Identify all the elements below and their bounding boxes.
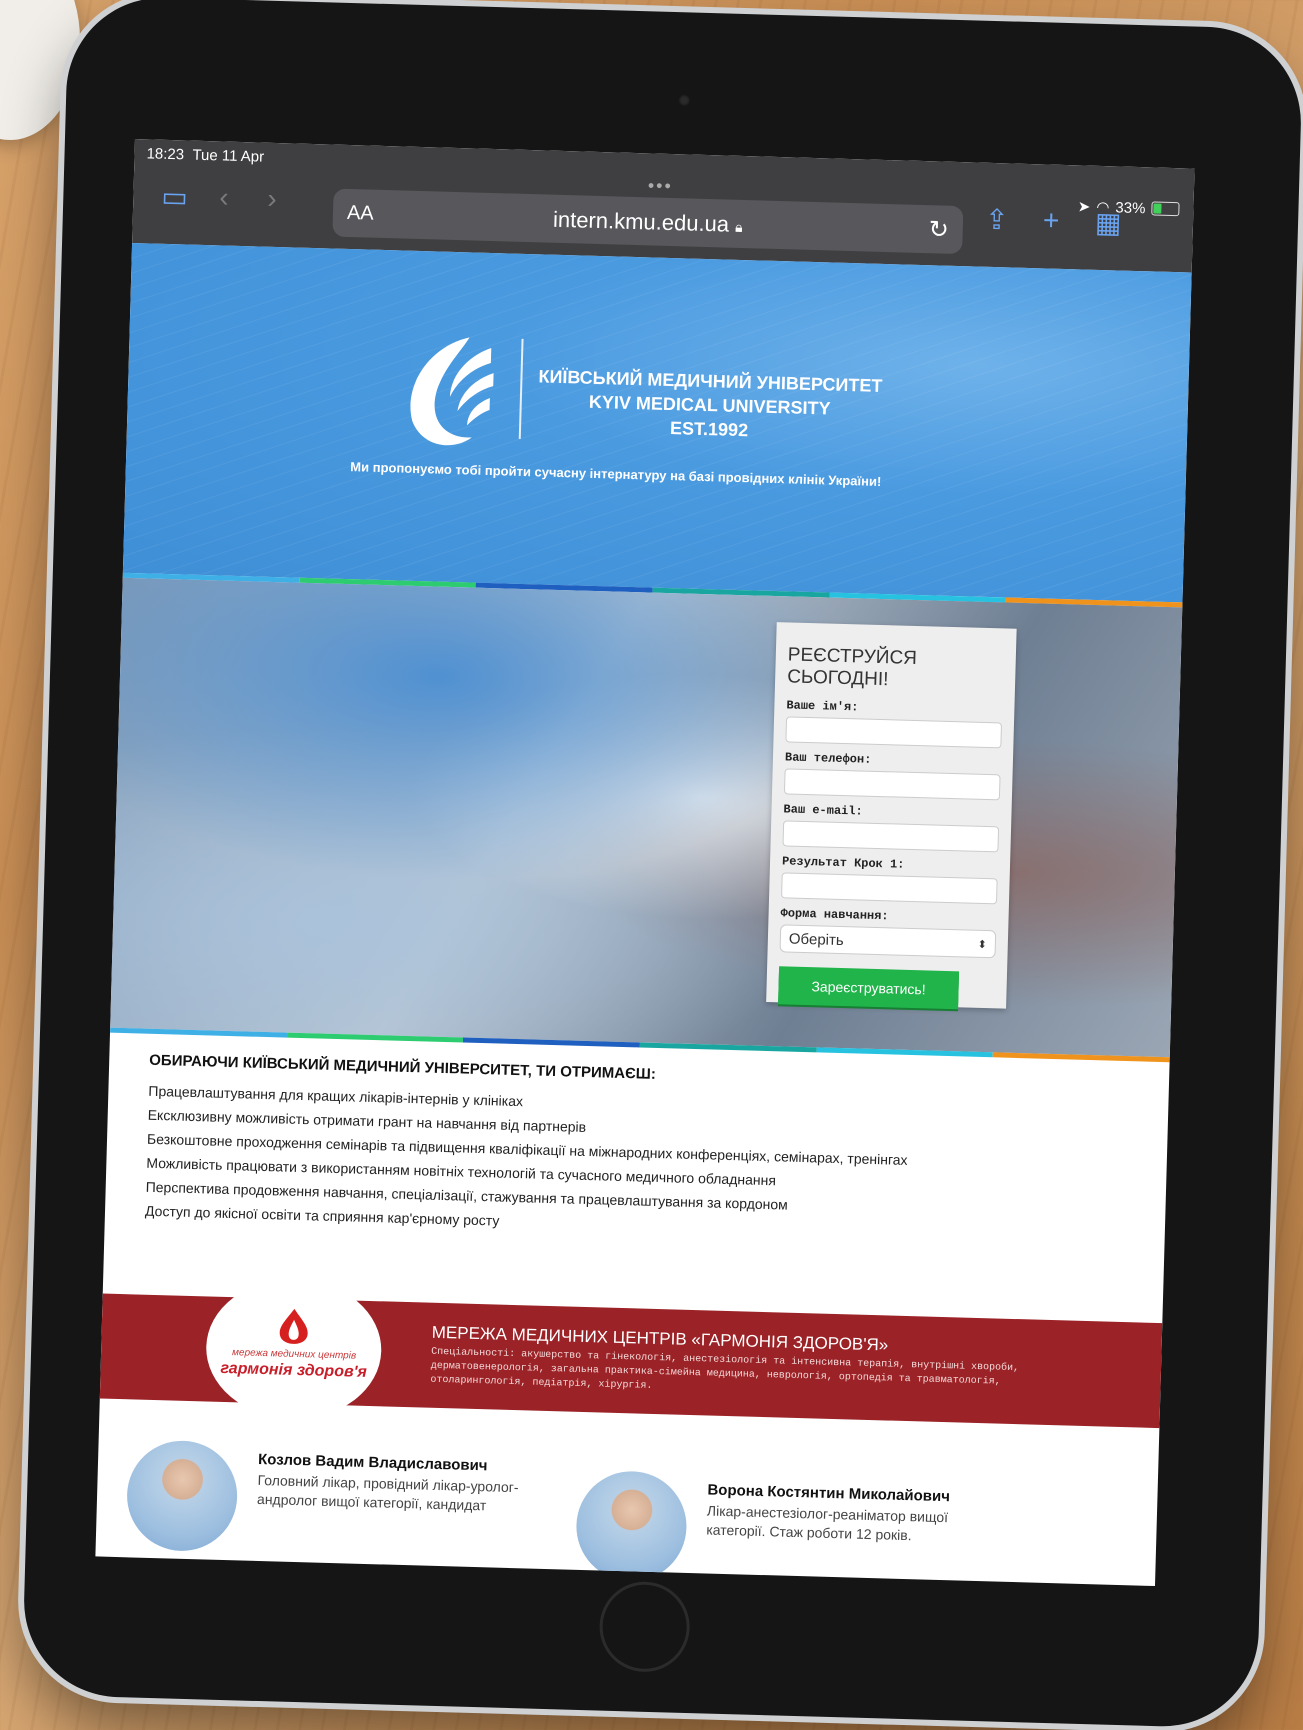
heart-drop-icon (279, 1308, 308, 1344)
share-icon[interactable]: ⇪ (985, 203, 1009, 237)
lock-icon: 🔒︎ (734, 218, 743, 235)
back-icon[interactable]: ‹ (219, 181, 229, 213)
location-icon: ➤ (1077, 198, 1091, 216)
multitask-dots-icon[interactable]: ••• (648, 175, 673, 197)
address-bar[interactable]: AA intern.kmu.edu.ua 🔒︎ ↻ (332, 188, 964, 255)
krok-input[interactable] (781, 872, 998, 905)
university-logo-icon (410, 337, 494, 446)
tablet-device: 18:23 Tue 11 Apr ••• ➤ ◠ 33% ▭ ‹ › AA in… (21, 0, 1303, 1729)
surgery-photo (110, 577, 1183, 1058)
doctor-photo (125, 1439, 239, 1553)
name-input[interactable] (785, 716, 1003, 749)
battery-icon (1151, 201, 1180, 217)
email-label: Ваш e-mail: (783, 802, 863, 819)
forward-icon[interactable]: › (267, 183, 277, 215)
krok-label: Результат Крок 1: (781, 854, 905, 872)
university-name: КИЇВСЬКИЙ МЕДИЧНИЙ УНІВЕРСИТЕТ KYIV MEDI… (538, 366, 883, 441)
tablet-screen: 18:23 Tue 11 Apr ••• ➤ ◠ 33% ▭ ‹ › AA in… (95, 138, 1195, 1587)
register-button[interactable]: Зареєструватись! (778, 966, 960, 1010)
select-arrows-icon: ⬍ (977, 938, 987, 951)
benefits-section: ОБИРАЮЧИ КИЇВСЬКИЙ МЕДИЧНИЙ УНІВЕРСИТЕТ,… (145, 1052, 1099, 1249)
form-title: РЕЄСТРУЙСЯ СЬОГОДНІ! (786, 644, 918, 691)
doctor-description: Головний лікар, провідний лікар-уролог-а… (256, 1471, 519, 1514)
new-tab-icon[interactable]: + (1043, 204, 1060, 236)
doctor-description: Лікар-анестезіолог-реаніматор вищої кате… (706, 1502, 949, 1544)
study-form-label: Форма навчання: (780, 906, 889, 924)
study-form-select[interactable]: Оберіть ⬍ (779, 924, 997, 959)
sidebar-icon[interactable]: ▭ (161, 180, 188, 214)
phone-label: Ваш телефон: (784, 750, 872, 767)
tabs-overview-icon[interactable]: ▦ (1095, 206, 1122, 240)
camera-icon (677, 94, 690, 107)
status-indicators: ➤ ◠ 33% (1078, 197, 1180, 218)
name-label: Ваше ім'я: (786, 698, 859, 715)
hero-banner: КИЇВСЬКИЙ МЕДИЧНИЙ УНІВЕРСИТЕТ KYIV MEDI… (122, 242, 1192, 603)
reload-icon[interactable]: ↻ (928, 215, 949, 245)
doctor-name: Козлов Вадим Владиславович (257, 1450, 488, 1475)
home-button[interactable] (597, 1580, 691, 1674)
url-text[interactable]: intern.kmu.edu.ua 🔒︎ (333, 201, 963, 245)
email-input[interactable] (782, 820, 1000, 853)
status-time: 18:23 Tue 11 Apr (146, 145, 265, 166)
doctor-photo (574, 1469, 688, 1583)
benefits-list: Працевлаштування для кращих лікарів-інте… (145, 1079, 1099, 1249)
registration-form: РЕЄСТРУЙСЯ СЬОГОДНІ! Ваше ім'я: Ваш теле… (766, 622, 1017, 1010)
phone-input[interactable] (783, 768, 1001, 801)
